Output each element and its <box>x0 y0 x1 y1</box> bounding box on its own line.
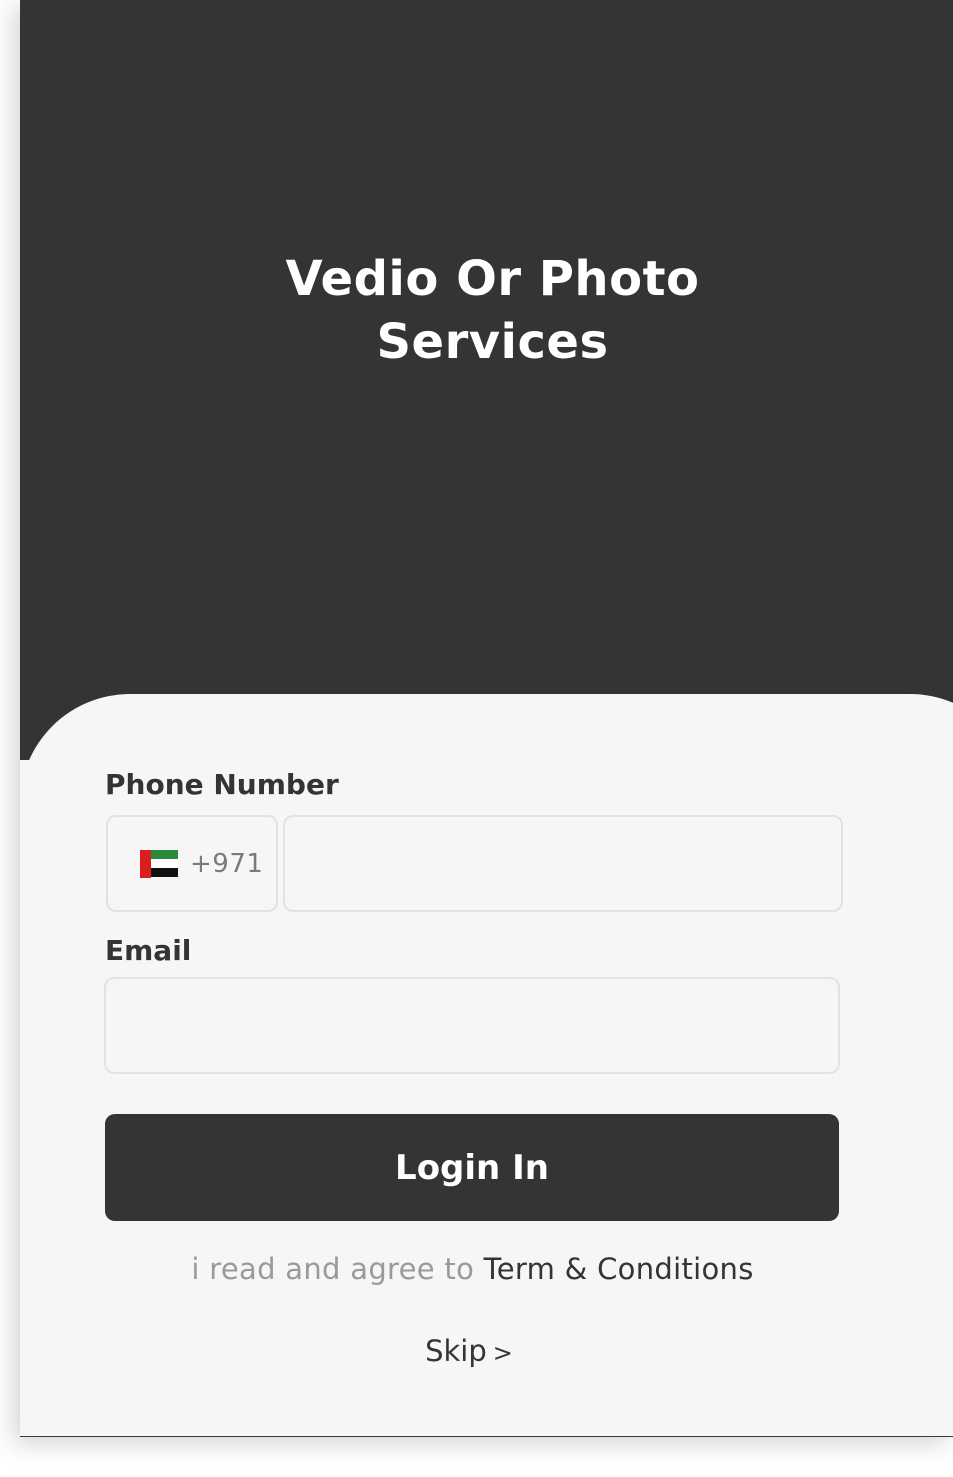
phone-number-field[interactable] <box>283 815 843 912</box>
email-input[interactable] <box>106 979 838 1072</box>
login-button-label: Login In <box>395 1147 549 1188</box>
phone-number-input[interactable] <box>285 817 841 910</box>
skip-label: Skip <box>425 1334 487 1368</box>
skip-button[interactable]: Skip > <box>0 1334 938 1368</box>
page-title-line1: Vedio Or Photo <box>285 251 700 307</box>
page-title-line2: Services <box>376 314 609 370</box>
hero-banner: Vedio Or Photo Services <box>20 0 953 760</box>
email-label: Email <box>105 934 192 967</box>
uae-flag-icon <box>140 849 178 878</box>
chevron-right-icon: > <box>492 1339 513 1367</box>
country-code-text: +971 <box>190 848 264 879</box>
terms-prefix-text: i read and agree to <box>191 1252 484 1286</box>
terms-agreement: i read and agree to Term & Conditions <box>0 1252 945 1286</box>
app-screen: Vedio Or Photo Services <box>20 0 953 1437</box>
terms-conditions-link[interactable]: Term & Conditions <box>484 1252 754 1286</box>
country-code-selector[interactable]: +971 <box>106 815 278 912</box>
page-title: Vedio Or Photo Services <box>20 248 953 374</box>
phone-number-label: Phone Number <box>105 768 339 801</box>
bottom-divider <box>20 1436 953 1437</box>
login-button[interactable]: Login In <box>105 1114 839 1221</box>
email-field[interactable] <box>104 977 840 1074</box>
